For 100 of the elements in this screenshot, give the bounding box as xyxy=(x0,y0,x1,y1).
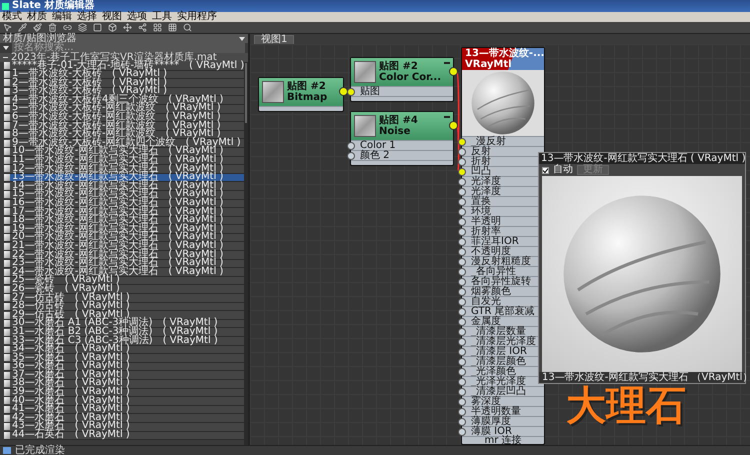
material-type: ( VRayMtl ) xyxy=(74,354,130,362)
node-title: 贴图 #2 xyxy=(379,61,419,72)
material-type: ( VRayMtl ) xyxy=(74,414,130,422)
input-socket[interactable] xyxy=(347,88,355,96)
input-socket[interactable] xyxy=(458,298,466,306)
menu-item[interactable]: 工具 xyxy=(152,12,172,22)
grid-icon[interactable] xyxy=(168,23,177,32)
layers-icon[interactable] xyxy=(78,23,87,32)
move-icon[interactable] xyxy=(123,23,132,32)
search-icon[interactable] xyxy=(183,23,192,32)
material-type: ( VRayMtl ) xyxy=(168,233,224,242)
node-footer: mr 连接 xyxy=(484,437,522,444)
material-name: 31—水磨石 B2 (ABC-3种调法) xyxy=(12,328,153,336)
input-socket[interactable] xyxy=(458,398,466,406)
input-socket[interactable] xyxy=(458,428,466,436)
input-socket[interactable] xyxy=(458,348,466,356)
slot-label: Color 1 xyxy=(360,141,396,150)
square-icon[interactable] xyxy=(93,23,102,32)
material-type: ( VRayMtl ) xyxy=(74,362,130,371)
input-socket[interactable] xyxy=(458,268,466,276)
input-socket[interactable] xyxy=(458,378,466,386)
menu-item[interactable]: 模式 xyxy=(2,12,22,22)
material-type: ( VRayMtl ) xyxy=(64,276,120,285)
input-socket[interactable] xyxy=(458,238,466,246)
material-type: ( VRayMtl ) xyxy=(74,302,130,311)
input-socket[interactable] xyxy=(458,148,466,156)
view-tab[interactable]: 视图1 xyxy=(254,35,294,44)
input-socket[interactable] xyxy=(458,338,466,346)
cube-icon[interactable] xyxy=(108,23,117,32)
select-arrow-icon[interactable] xyxy=(3,23,12,32)
input-socket[interactable] xyxy=(458,198,466,206)
input-socket[interactable] xyxy=(458,228,466,236)
dropdown-icon[interactable] xyxy=(239,36,245,40)
material-type: ( VRayMtl ) xyxy=(162,328,218,336)
input-socket[interactable] xyxy=(458,318,466,326)
input-socket[interactable] xyxy=(458,258,466,266)
slot-label: 漫反射粗糙度 xyxy=(471,257,531,266)
layout-grid-icon[interactable] xyxy=(153,23,162,32)
share-icon[interactable] xyxy=(138,23,147,32)
material-type: ( VRayMtl ) xyxy=(162,319,218,328)
menu-item[interactable]: 视图 xyxy=(102,12,122,22)
material-type: ( VRayMtl ) xyxy=(168,242,224,251)
input-socket[interactable] xyxy=(458,248,466,256)
material-type: ( VRayMtl ) xyxy=(168,190,224,199)
panel-title: 材质/贴图浏览器 xyxy=(3,34,76,43)
node-title: 贴图 #4 xyxy=(379,115,418,126)
material-type: ( VRayMtl ) xyxy=(112,70,168,79)
input-socket[interactable] xyxy=(458,188,466,196)
auto-checkbox[interactable] xyxy=(542,166,549,174)
slot-label: 贴图 xyxy=(360,87,380,96)
slot-label: 金属度 xyxy=(471,317,501,326)
input-socket[interactable] xyxy=(458,168,466,176)
slot-label: 各向异性旋转 xyxy=(471,277,531,286)
output-socket[interactable] xyxy=(339,87,348,96)
input-socket[interactable] xyxy=(458,408,466,416)
material-type: ( VRayMtl ) xyxy=(162,336,218,346)
output-socket[interactable] xyxy=(449,67,458,76)
app-icon xyxy=(2,2,9,10)
trash-icon[interactable] xyxy=(48,23,57,32)
input-socket[interactable] xyxy=(347,152,355,160)
input-socket[interactable] xyxy=(458,208,466,216)
input-socket[interactable] xyxy=(458,328,466,336)
slot-label: GTR 尾部衰减 xyxy=(471,307,535,316)
eyedropper-icon[interactable] xyxy=(18,23,27,32)
brush-icon[interactable] xyxy=(33,23,42,32)
input-socket[interactable] xyxy=(458,138,466,146)
marble-sphere-drawing xyxy=(471,71,535,135)
material-name: 39—水磨石 xyxy=(12,388,65,397)
input-socket[interactable] xyxy=(458,278,466,286)
menu-item[interactable]: 编辑 xyxy=(52,12,72,22)
input-socket[interactable] xyxy=(458,388,466,396)
texture-thumbnail xyxy=(262,81,284,103)
material-type: ( VRayMtl ) xyxy=(166,113,221,122)
input-socket[interactable] xyxy=(458,158,466,166)
slot-label: 菲涅耳IOR xyxy=(471,237,519,246)
input-socket[interactable] xyxy=(458,178,466,186)
menu-item[interactable]: 实用程序 xyxy=(177,12,217,22)
slot-label: 薄膜 IOR xyxy=(471,427,512,436)
menu-item[interactable]: 材质 xyxy=(27,12,47,22)
material-name: 28—仿古砖 xyxy=(12,302,65,311)
input-socket[interactable] xyxy=(458,218,466,226)
input-socket[interactable] xyxy=(458,308,466,316)
output-socket[interactable] xyxy=(449,121,458,130)
material-type: ( VRayMtl ) xyxy=(74,294,130,302)
link-icon[interactable] xyxy=(63,23,72,32)
menu-item[interactable]: 选择 xyxy=(77,12,97,22)
input-socket[interactable] xyxy=(347,142,355,150)
input-socket[interactable] xyxy=(458,288,466,296)
scrollbar-thumb[interactable] xyxy=(245,63,247,123)
slot-label: 环境 xyxy=(471,207,491,216)
slot-label: 反射 xyxy=(471,147,491,156)
input-socket[interactable] xyxy=(458,368,466,376)
slot-label: 光泽度 xyxy=(471,187,501,196)
scrollbar[interactable] xyxy=(244,62,248,445)
input-socket[interactable] xyxy=(458,358,466,366)
dropdown-icon[interactable] xyxy=(3,46,9,50)
menu-item[interactable]: 选项 xyxy=(127,12,147,22)
material-name: 25—瓷砖 xyxy=(12,276,55,285)
input-socket[interactable] xyxy=(458,418,466,426)
material-type: ( VRayMtl ) xyxy=(74,370,130,380)
